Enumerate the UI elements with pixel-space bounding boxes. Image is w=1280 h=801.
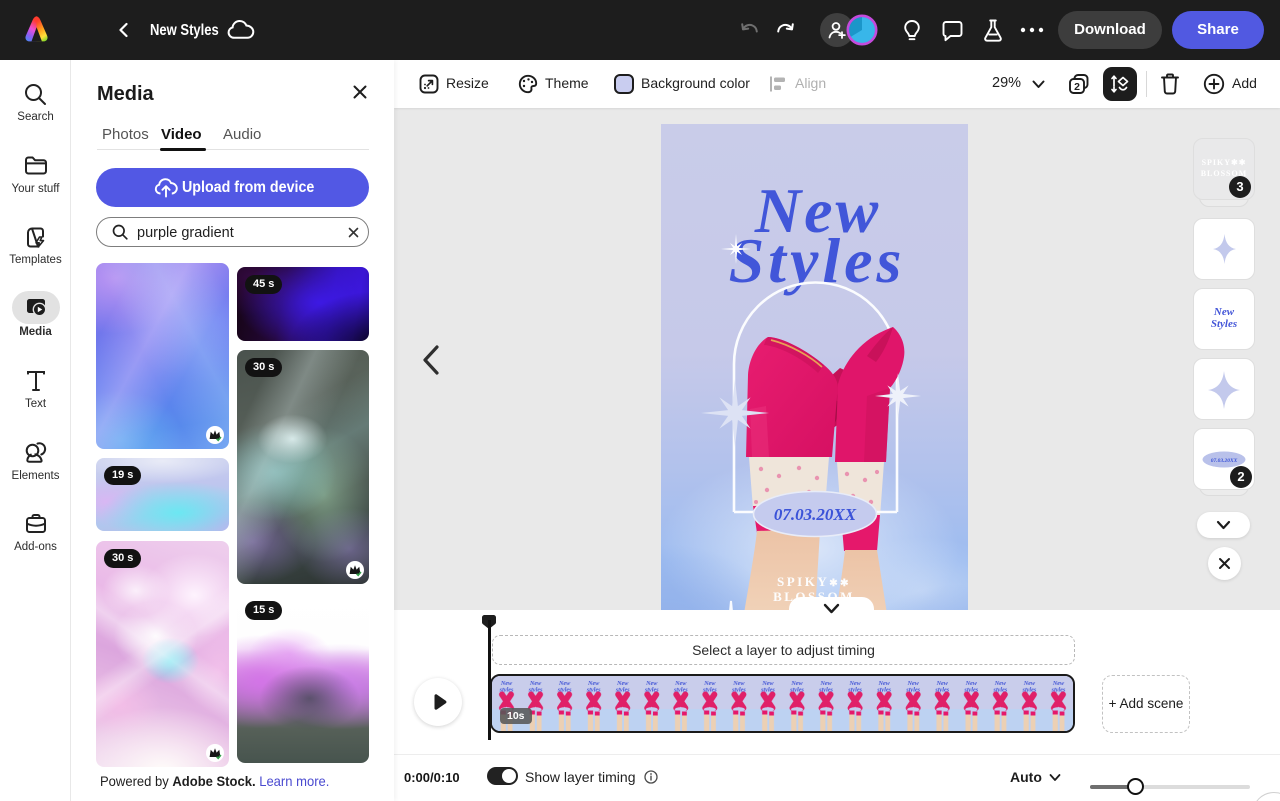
svg-text:2: 2 bbox=[1074, 81, 1080, 93]
svg-text:Styles: Styles bbox=[729, 225, 906, 296]
svg-text:07.03.20XX: 07.03.20XX bbox=[1211, 458, 1238, 464]
svg-text:07.03.20XX: 07.03.20XX bbox=[774, 505, 857, 524]
